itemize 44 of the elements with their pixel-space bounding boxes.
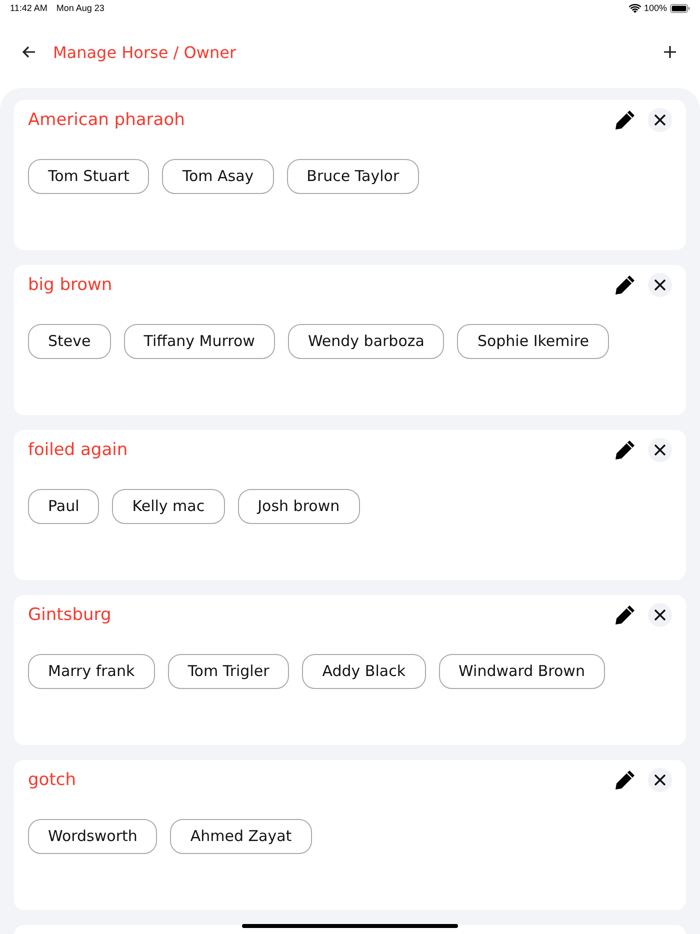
page-title: Manage Horse / Owner	[53, 42, 238, 62]
edit-icon[interactable]	[614, 604, 636, 626]
edit-icon[interactable]	[614, 274, 636, 296]
owner-chip[interactable]: Tom Asay	[162, 159, 274, 194]
horse-name: big brown	[28, 275, 112, 295]
battery-percent: 100%	[644, 3, 667, 13]
close-icon	[654, 114, 666, 126]
delete-button[interactable]	[648, 273, 672, 297]
owner-chip[interactable]: Bruce Taylor	[286, 159, 420, 194]
edit-icon[interactable]	[614, 439, 636, 461]
wifi-icon	[628, 4, 641, 12]
horse-name: gotch	[28, 770, 76, 790]
status-time: 11:42 AM	[10, 3, 48, 13]
close-icon	[654, 279, 666, 291]
close-icon	[654, 444, 666, 456]
owner-chip[interactable]: Ahmed Zayat	[170, 819, 312, 854]
back-arrow-icon[interactable]	[22, 46, 36, 58]
delete-button[interactable]	[648, 108, 672, 132]
owner-chip[interactable]: Windward Brown	[438, 654, 605, 689]
owner-chip[interactable]: Kelly mac	[112, 489, 225, 524]
owner-chip[interactable]: Josh brown	[238, 489, 360, 524]
owner-chip[interactable]: Wordsworth	[28, 819, 158, 854]
battery-icon	[670, 4, 690, 12]
owner-chip[interactable]: Tom Trigler	[168, 654, 290, 689]
owner-chip[interactable]: Addy Black	[302, 654, 426, 689]
delete-button[interactable]	[648, 438, 672, 462]
edit-icon[interactable]	[614, 769, 636, 791]
owner-chip[interactable]: Steve	[28, 324, 111, 359]
owner-chip[interactable]: Marry frank	[28, 654, 155, 689]
horse-name: Gintsburg	[28, 605, 112, 625]
close-icon	[654, 609, 666, 621]
delete-button[interactable]	[648, 768, 672, 792]
owner-chip[interactable]: Paul	[28, 489, 100, 524]
owner-chip[interactable]: Wendy barboza	[288, 324, 444, 359]
owner-chip[interactable]: Tiffany Murrow	[124, 324, 275, 359]
owner-chip[interactable]: Tom Stuart	[28, 159, 150, 194]
owner-chip[interactable]: Sophie Ikemire	[457, 324, 609, 359]
close-icon	[654, 774, 666, 786]
add-icon[interactable]	[664, 46, 676, 58]
edit-icon[interactable]	[614, 109, 636, 131]
horse-name: foiled again	[28, 440, 128, 460]
horse-name: American pharaoh	[28, 110, 185, 130]
delete-button[interactable]	[648, 603, 672, 627]
status-date: Mon Aug 23	[56, 3, 104, 13]
